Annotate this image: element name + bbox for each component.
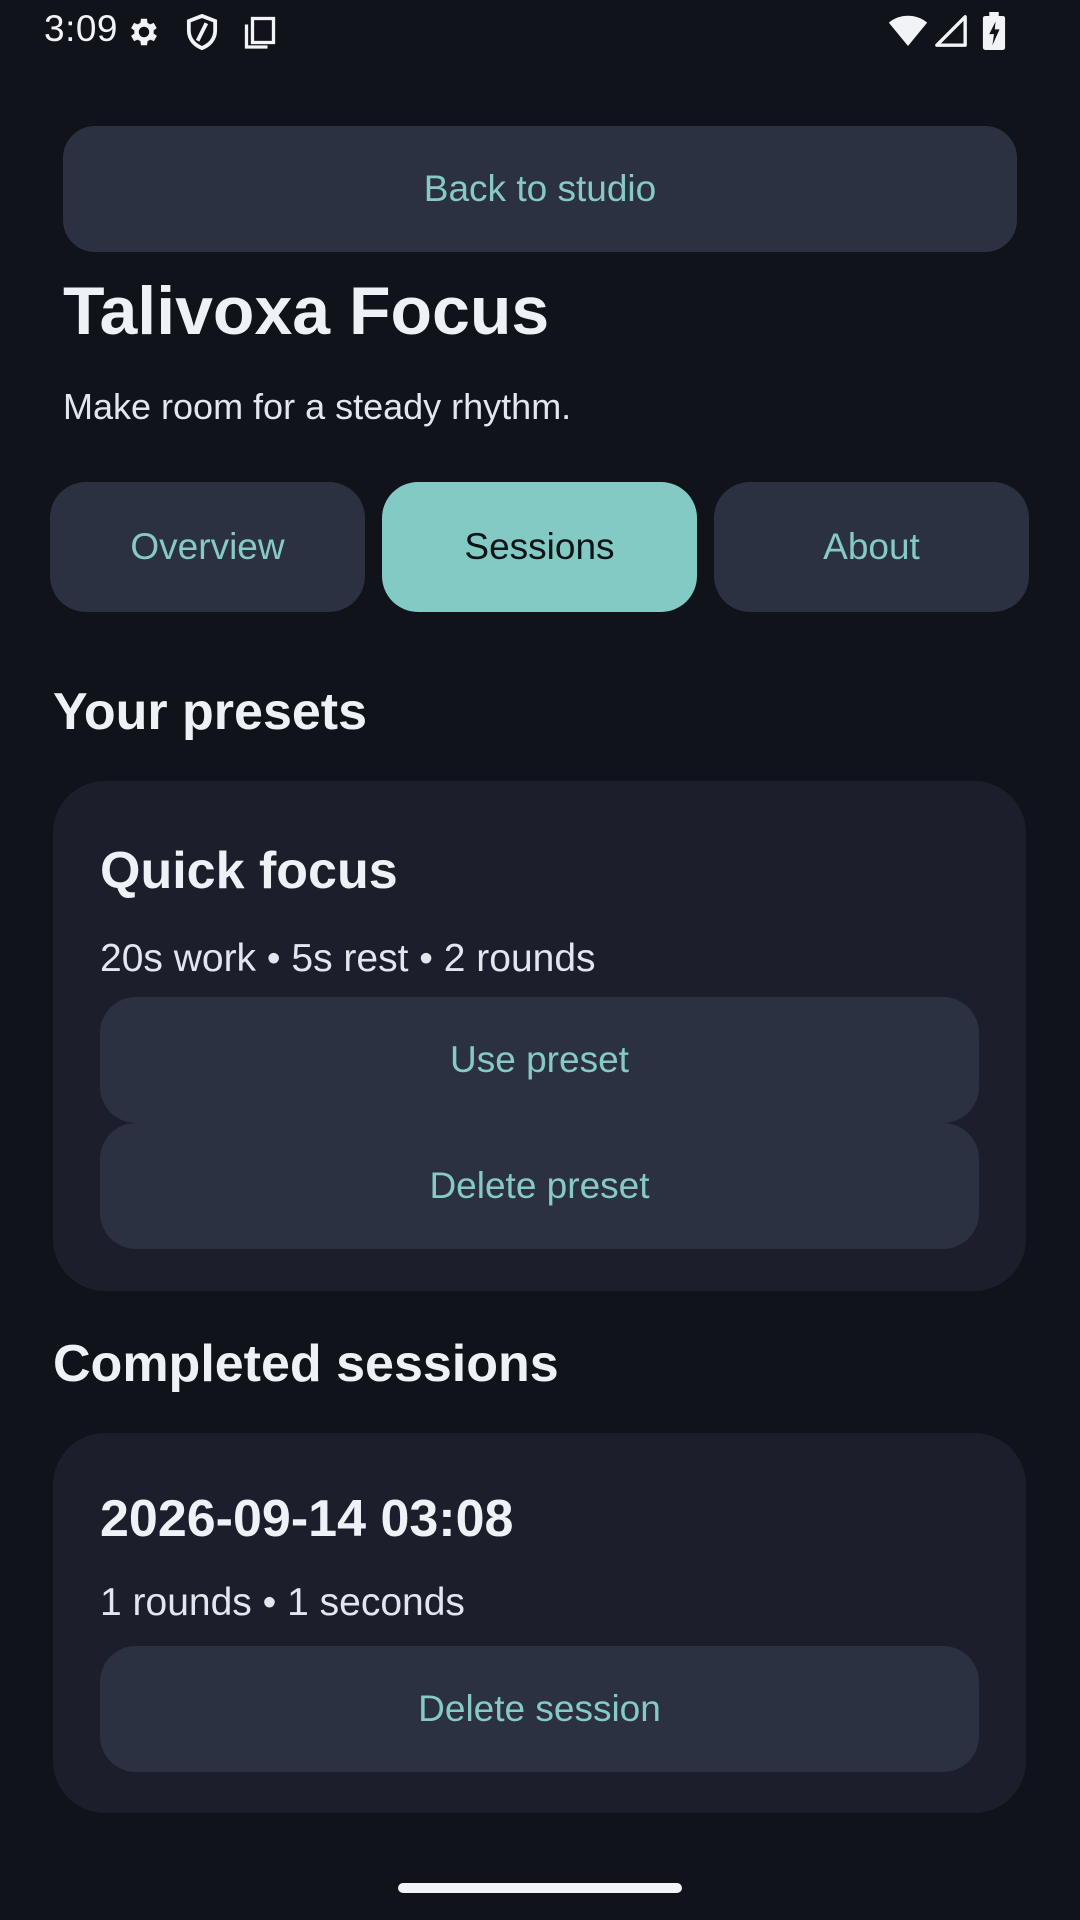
sessions-heading: Completed sessions xyxy=(53,1335,559,1393)
preset-details: 20s work • 5s rest • 2 rounds xyxy=(100,937,596,980)
presets-heading: Your presets xyxy=(53,683,368,741)
use-preset-button[interactable]: Use preset xyxy=(100,997,979,1123)
page-subtitle: Make room for a steady rhythm. xyxy=(63,386,572,427)
tab-about[interactable]: About xyxy=(714,482,1029,612)
copy-icon xyxy=(242,14,278,50)
preset-card: Quick focus 20s work • 5s rest • 2 round… xyxy=(53,781,1026,1291)
delete-preset-button[interactable]: Delete preset xyxy=(100,1123,979,1249)
signal-icon xyxy=(934,14,968,48)
shield-icon xyxy=(184,13,220,51)
session-card: 2026-09-14 03:08 1 rounds • 1 seconds De… xyxy=(53,1433,1026,1813)
home-indicator[interactable] xyxy=(398,1883,682,1893)
app-screen: 3:09 Back to studio Talivoxa Focus Make … xyxy=(0,0,1080,1920)
tab-overview[interactable]: Overview xyxy=(50,482,365,612)
preset-title: Quick focus xyxy=(100,842,398,900)
page-title: Talivoxa Focus xyxy=(63,273,550,349)
delete-session-button[interactable]: Delete session xyxy=(100,1646,979,1772)
tab-sessions[interactable]: Sessions xyxy=(382,482,697,612)
status-bar: 3:09 xyxy=(0,0,1080,64)
wifi-icon xyxy=(888,14,928,48)
battery-charging-icon xyxy=(982,12,1006,50)
status-time: 3:09 xyxy=(44,8,119,49)
gear-icon xyxy=(126,14,162,50)
session-details: 1 rounds • 1 seconds xyxy=(100,1581,465,1624)
session-timestamp: 2026-09-14 03:08 xyxy=(100,1490,514,1548)
back-to-studio-button[interactable]: Back to studio xyxy=(63,126,1017,252)
